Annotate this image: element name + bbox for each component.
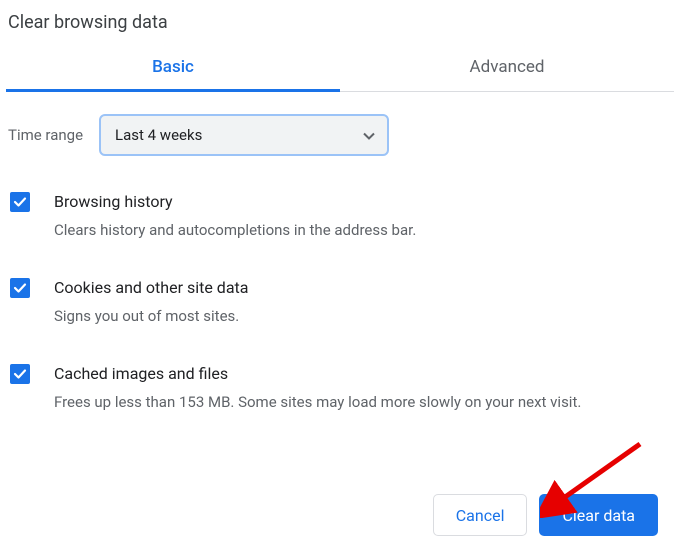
tab-advanced-label: Advanced xyxy=(470,57,545,77)
check-icon xyxy=(13,195,27,209)
clear-data-button[interactable]: Clear data xyxy=(539,494,658,536)
tab-advanced[interactable]: Advanced xyxy=(340,47,674,91)
dialog-footer: Cancel Clear data xyxy=(433,494,658,536)
cancel-button[interactable]: Cancel xyxy=(433,494,528,536)
option-label: Cookies and other site data xyxy=(54,276,248,301)
option-label: Browsing history xyxy=(54,190,416,215)
option-browsing-history: Browsing history Clears history and auto… xyxy=(6,190,674,276)
option-description: Signs you out of most sites. xyxy=(54,305,248,328)
time-range-row: Time range Last 4 weeks xyxy=(6,92,674,166)
clear-data-button-label: Clear data xyxy=(562,506,635,525)
clear-browsing-dialog: Clear browsing data Basic Advanced Time … xyxy=(0,0,680,448)
checkbox-cache[interactable] xyxy=(10,364,30,384)
time-range-value: Last 4 weeks xyxy=(115,126,202,144)
option-label: Cached images and files xyxy=(54,362,581,387)
checkbox-cookies[interactable] xyxy=(10,278,30,298)
tab-bar: Basic Advanced xyxy=(6,47,674,92)
tab-basic-label: Basic xyxy=(152,57,194,77)
cancel-button-label: Cancel xyxy=(456,506,505,525)
option-cookies: Cookies and other site data Signs you ou… xyxy=(6,276,674,362)
option-cache: Cached images and files Frees up less th… xyxy=(6,362,674,448)
time-range-label: Time range xyxy=(6,126,99,144)
checkbox-browsing-history[interactable] xyxy=(10,192,30,212)
time-range-select[interactable]: Last 4 weeks xyxy=(99,114,389,156)
options-list: Browsing history Clears history and auto… xyxy=(6,166,674,448)
option-description: Frees up less than 153 MB. Some sites ma… xyxy=(54,391,581,414)
check-icon xyxy=(13,367,27,381)
check-icon xyxy=(13,281,27,295)
dialog-title: Clear browsing data xyxy=(6,8,674,47)
option-description: Clears history and autocompletions in th… xyxy=(54,219,416,242)
tab-basic[interactable]: Basic xyxy=(6,47,340,92)
